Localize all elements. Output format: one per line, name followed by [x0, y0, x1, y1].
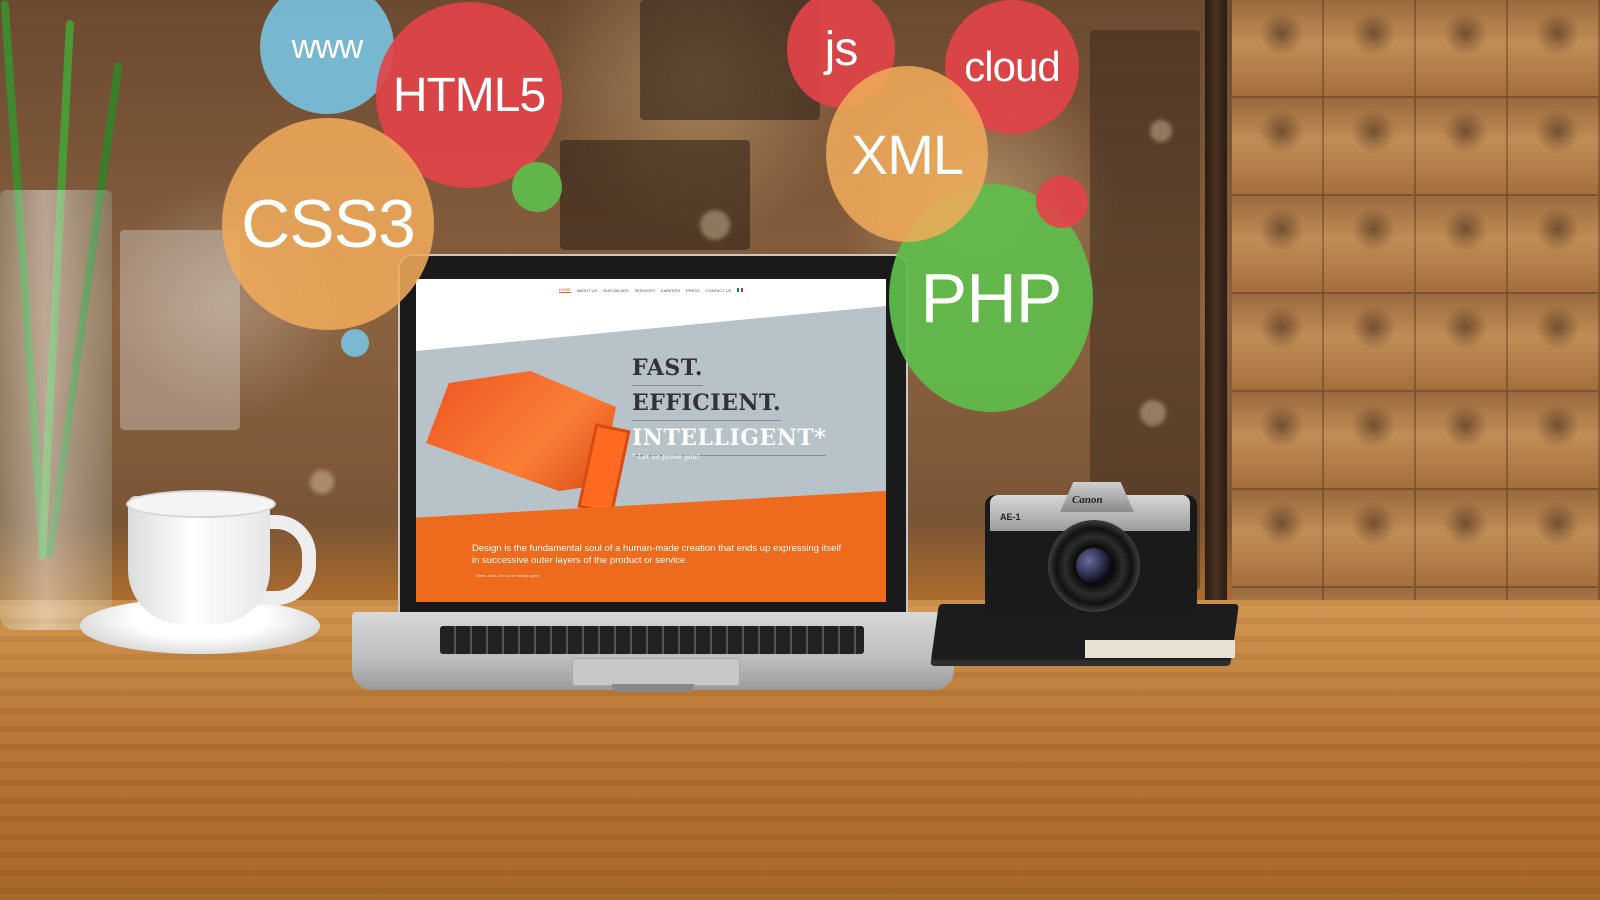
- nav-contact-us[interactable]: CONTACT US: [706, 288, 732, 293]
- mosaic-tile: [1232, 0, 1324, 98]
- green-dot: [512, 162, 562, 212]
- mosaic-tile: [1324, 392, 1416, 490]
- red-dot: [1036, 176, 1088, 228]
- mosaic-tile: [1508, 0, 1600, 98]
- headline-line-2: EFFICIENT.: [632, 386, 782, 421]
- blue-dot: [341, 329, 369, 357]
- mosaic-tile: [1324, 98, 1416, 196]
- nav-home[interactable]: HOME: [558, 287, 571, 293]
- mosaic-tile: [1508, 196, 1600, 294]
- bubble-xml: XML: [826, 66, 988, 242]
- bubble-html5-label: HTML5: [392, 68, 546, 122]
- laptop-notch: [612, 684, 694, 692]
- window-frame: [1205, 0, 1227, 620]
- mosaic-tile: [1508, 294, 1600, 392]
- bubble-js-label: js: [824, 22, 859, 76]
- italian-flag-icon[interactable]: [737, 288, 744, 292]
- mosaic-tile: [1232, 392, 1324, 490]
- nav-our-values[interactable]: OUR VALUES: [603, 288, 629, 293]
- mosaic-tile: [1416, 490, 1508, 588]
- bokeh-light: [310, 470, 334, 494]
- bubble-www-label: www: [291, 27, 364, 66]
- bokeh-light: [700, 210, 730, 240]
- mosaic-tile: [1508, 490, 1600, 588]
- bubble-www: www: [260, 0, 394, 114]
- laptop-keyboard: [440, 626, 864, 654]
- mosaic-tile: [1416, 196, 1508, 294]
- bubble-php-label: PHP: [920, 259, 1063, 337]
- notebook-pages: [1085, 640, 1235, 658]
- hero-headline: FAST. EFFICIENT. INTELLIGENT*: [632, 351, 827, 456]
- bokeh-light: [1140, 400, 1166, 426]
- mosaic-tile: [1232, 294, 1324, 392]
- mosaic-tile: [1416, 294, 1508, 392]
- hero-white-wedge: [416, 301, 886, 351]
- nav-services[interactable]: SERVICES: [635, 288, 655, 293]
- hero-tagline: * Let us prove you!: [632, 453, 700, 461]
- pixel-mosaic: [1232, 0, 1600, 686]
- background-scene: HOME ABOUT US OUR VALUES SERVICES CAREER…: [0, 0, 1600, 900]
- mosaic-tile: [1508, 98, 1600, 196]
- headline-line-3: INTELLIGENT*: [632, 421, 827, 456]
- laptop-screen: HOME ABOUT US OUR VALUES SERVICES CAREER…: [416, 279, 886, 602]
- quote-attribution: Steve Jobs, And so we totally agree.: [476, 573, 541, 578]
- mosaic-tile: [1324, 0, 1416, 98]
- mosaic-tile: [1232, 196, 1324, 294]
- laptop-trackpad: [572, 658, 740, 686]
- headline-line-1: FAST.: [632, 351, 703, 386]
- website-hero: FAST. EFFICIENT. INTELLIGENT* * Let us p…: [416, 301, 886, 602]
- mosaic-tile: [1508, 392, 1600, 490]
- glass-vase: [0, 190, 112, 630]
- cup-rim: [126, 490, 276, 518]
- nav-about-us[interactable]: ABOUT US: [577, 288, 597, 293]
- background-shelf: [120, 230, 240, 430]
- mosaic-tile: [1324, 490, 1416, 588]
- nav-careers[interactable]: CAREERS: [661, 288, 680, 293]
- mosaic-tile: [1232, 98, 1324, 196]
- camera-model: AE-1: [1000, 512, 1021, 522]
- bubble-css3-label: CSS3: [241, 186, 416, 262]
- mosaic-tile: [1324, 294, 1416, 392]
- mosaic-tile: [1324, 196, 1416, 294]
- camera-brand: Canon: [1072, 494, 1103, 506]
- lens-glass: [1076, 548, 1112, 584]
- design-quote: Design is the fundamental soul of a huma…: [472, 543, 842, 566]
- bubble-xml-label: XML: [850, 122, 964, 186]
- bubble-cloud-label: cloud: [964, 43, 1060, 90]
- mosaic-tile: [1416, 0, 1508, 98]
- bokeh-light: [1150, 120, 1172, 142]
- mosaic-tile: [1416, 392, 1508, 490]
- nav-press[interactable]: PRESS: [686, 288, 700, 293]
- bubble-css3: CSS3: [222, 118, 434, 330]
- mosaic-tile: [1232, 490, 1324, 588]
- website-nav: HOME ABOUT US OUR VALUES SERVICES CAREER…: [416, 279, 886, 301]
- mosaic-tile: [1416, 98, 1508, 196]
